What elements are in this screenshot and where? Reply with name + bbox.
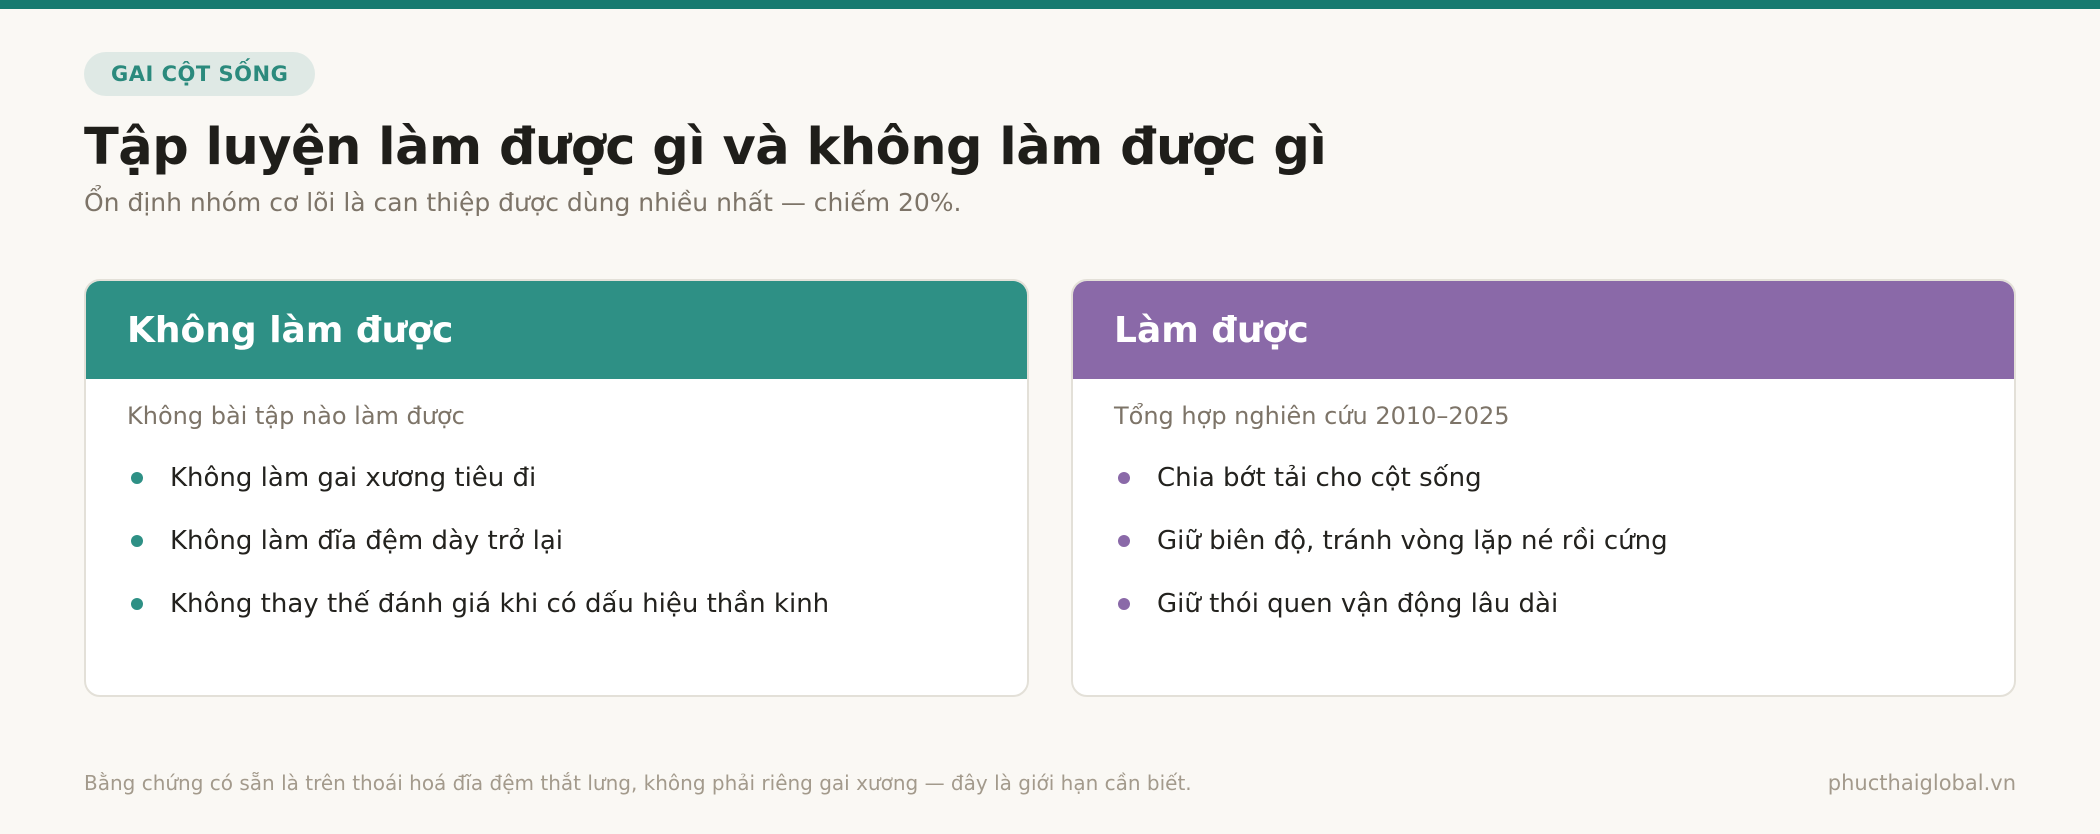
- card-header: Làm được: [1073, 281, 2014, 379]
- bullet-dot-icon: [1118, 597, 1130, 610]
- comparison-cards: Không làm được Không bài tập nào làm đượ…: [84, 279, 2016, 697]
- card-body: Tổng hợp nghiên cứu 2010–2025 Chia bớt t…: [1073, 379, 2014, 635]
- card-can-do: Làm được Tổng hợp nghiên cứu 2010–2025 C…: [1071, 279, 2016, 697]
- category-badge: GAI CỘT SỐNG: [84, 52, 316, 96]
- list-item: Không thay thế đánh giá khi có dấu hiệu …: [127, 572, 986, 635]
- list-item-text: Không thay thế đánh giá khi có dấu hiệu …: [170, 588, 830, 619]
- page-subtitle: Ổn định nhóm cơ lõi là can thiệp được dù…: [84, 188, 962, 217]
- card-header: Không làm được: [86, 281, 1027, 379]
- top-accent-bar: [0, 0, 2100, 9]
- card-subtitle: Không bài tập nào làm được: [127, 402, 465, 430]
- list-item: Chia bớt tải cho cột sống: [1114, 446, 1973, 509]
- list-item-text: Chia bớt tải cho cột sống: [1157, 462, 1482, 493]
- list-item: Không làm gai xương tiêu đi: [127, 446, 986, 509]
- list-item-text: Không làm đĩa đệm dày trở lại: [170, 525, 563, 556]
- page-content: GAI CỘT SỐNG Tập luyện làm được gì và kh…: [84, 52, 2016, 697]
- list-item: Không làm đĩa đệm dày trở lại: [127, 509, 986, 572]
- page-title: Tập luyện làm được gì và không làm được …: [84, 118, 1327, 177]
- bullet-dot-icon: [1118, 534, 1130, 547]
- list-item-text: Không làm gai xương tiêu đi: [170, 462, 537, 493]
- card-body: Không bài tập nào làm được Không làm gai…: [86, 379, 1027, 635]
- footer: Bằng chứng có sẵn là trên thoái hoá đĩa …: [84, 771, 2016, 795]
- list-item-text: Giữ biên độ, tránh vòng lặp né rồi cứng: [1157, 525, 1668, 556]
- bullet-list: Không làm gai xương tiêu đi Không làm đĩ…: [127, 446, 986, 635]
- bullet-dot-icon: [131, 597, 143, 610]
- footer-note: Bằng chứng có sẵn là trên thoái hoá đĩa …: [84, 771, 1192, 795]
- card-subtitle: Tổng hợp nghiên cứu 2010–2025: [1114, 402, 1510, 430]
- list-item-text: Giữ thói quen vận động lâu dài: [1157, 588, 1559, 619]
- bullet-dot-icon: [131, 471, 143, 484]
- bullet-list: Chia bớt tải cho cột sống Giữ biên độ, t…: [1114, 446, 1973, 635]
- list-item: Giữ thói quen vận động lâu dài: [1114, 572, 1973, 635]
- card-cannot-do: Không làm được Không bài tập nào làm đượ…: [84, 279, 1029, 697]
- footer-site-link[interactable]: phucthaiglobal.vn: [1828, 771, 2016, 795]
- bullet-dot-icon: [1118, 471, 1130, 484]
- bullet-dot-icon: [131, 534, 143, 547]
- list-item: Giữ biên độ, tránh vòng lặp né rồi cứng: [1114, 509, 1973, 572]
